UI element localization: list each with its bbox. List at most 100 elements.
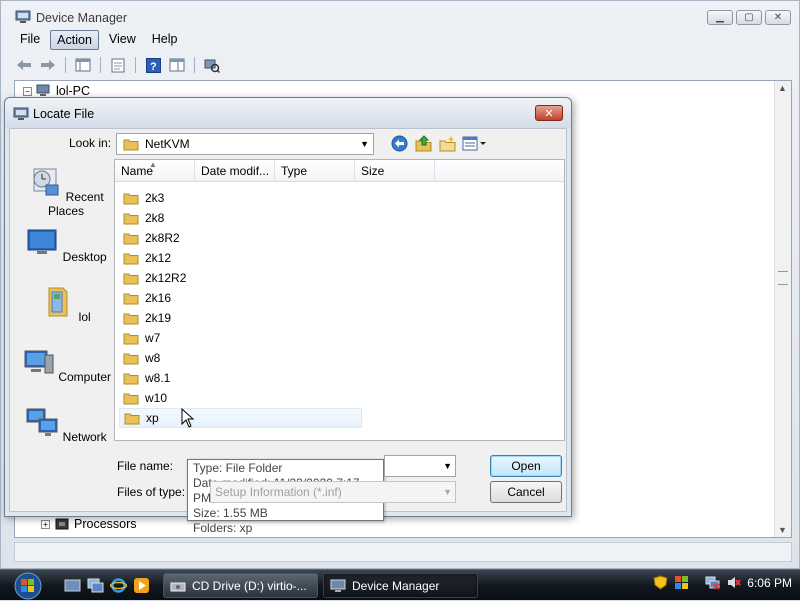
menu-action[interactable]: Action [50, 30, 99, 50]
back-arrow-icon [17, 60, 31, 70]
tooltip-type: Type: File Folder [193, 461, 283, 475]
desktop-icon [27, 229, 57, 254]
place-network[interactable]: Network [20, 405, 112, 444]
status-bar [14, 542, 792, 562]
chevron-down-icon[interactable]: ▼ [443, 461, 452, 471]
clock[interactable]: 6:06 PM [747, 576, 792, 590]
show-hide-tree-button[interactable] [73, 56, 93, 74]
switch-windows-icon[interactable] [87, 577, 104, 594]
device-manager-icon [15, 10, 31, 23]
file-name-input[interactable]: ▼ [384, 455, 456, 477]
folder-name: w8 [145, 351, 161, 365]
action-center-icon[interactable] [674, 575, 689, 590]
column-header-date-modified[interactable]: Date modif... [195, 160, 275, 182]
open-button[interactable]: Open [490, 455, 562, 477]
look-in-dropdown[interactable]: NetKVM ▼ [116, 133, 374, 155]
tooltip-folders: Folders: xp [193, 521, 253, 535]
folder-row[interactable]: 2k8 [119, 208, 362, 228]
view-menu-button[interactable] [462, 134, 488, 152]
folder-icon [123, 353, 139, 365]
svg-text:?: ? [150, 61, 157, 73]
folder-name: xp [146, 411, 159, 425]
look-in-label: Look in: [69, 136, 112, 150]
network-icon [26, 408, 58, 436]
menu-help[interactable]: Help [146, 30, 184, 50]
scroll-thumb[interactable] [778, 271, 788, 285]
security-shield-icon[interactable] [653, 575, 668, 590]
folder-row[interactable]: 2k12 [119, 248, 362, 268]
folder-name: 2k16 [145, 291, 172, 305]
folder-row[interactable]: xp [119, 408, 362, 428]
minimize-icon: ▁ [716, 12, 724, 23]
scroll-up-icon[interactable]: ▲ [778, 83, 787, 93]
start-button[interactable] [6, 570, 50, 601]
taskbar-cd-drive[interactable]: CD Drive (D:) virtio-... [163, 573, 318, 598]
computer-icon [24, 350, 54, 374]
folder-icon [123, 373, 139, 385]
view-button[interactable] [167, 56, 187, 74]
dialog-body: Look in: NetKVM ▼ Recent Places Desktop … [9, 128, 567, 535]
toolbar: ? [14, 54, 789, 76]
volume-muted-icon[interactable] [726, 575, 742, 590]
go-back-button[interactable] [390, 134, 408, 152]
dialog-titlebar[interactable]: Locate File ✕ [5, 98, 571, 128]
folder-row[interactable]: w8 [119, 348, 362, 368]
back-button[interactable] [14, 56, 34, 74]
new-folder-button[interactable] [438, 134, 456, 152]
maximize-button[interactable]: ▢ [736, 10, 762, 25]
help-button[interactable]: ? [143, 56, 163, 74]
column-header-size[interactable]: Size [355, 160, 435, 182]
tree-root-node[interactable]: − lol-PC [23, 84, 90, 98]
place-user-folder[interactable]: lol [20, 285, 112, 324]
cancel-button[interactable]: Cancel [490, 481, 562, 503]
folder-row[interactable]: 2k8R2 [119, 228, 362, 248]
folder-icon [124, 413, 140, 425]
task-label: CD Drive (D:) virtio-... [192, 578, 307, 593]
folder-row[interactable]: w8.1 [119, 368, 362, 388]
file-list[interactable]: ▲ Name Date modif... Type Size 2k3 2k8 2k8… [114, 159, 565, 441]
column-header-type[interactable]: Type [275, 160, 355, 182]
folder-name: 2k12R2 [145, 271, 187, 285]
show-desktop-icon[interactable] [64, 577, 81, 594]
place-desktop[interactable]: Desktop [20, 225, 112, 264]
device-manager-icon [13, 107, 29, 120]
new-folder-icon [439, 135, 455, 151]
folder-row[interactable]: 2k12R2 [119, 268, 362, 288]
tree-label: Processors [74, 517, 137, 531]
expand-icon[interactable]: + [41, 519, 50, 529]
folder-row[interactable]: 2k19 [119, 308, 362, 328]
media-player-icon[interactable] [133, 577, 150, 594]
taskbar-device-manager[interactable]: Device Manager [323, 573, 478, 598]
quick-launch [64, 577, 150, 594]
task-label: Device Manager [352, 578, 440, 593]
place-label: lol [78, 310, 91, 324]
chevron-down-icon[interactable]: ▼ [360, 139, 369, 149]
dialog-close-button[interactable]: ✕ [535, 105, 563, 121]
column-header-name[interactable]: ▲ Name [115, 160, 195, 182]
menu-view[interactable]: View [103, 30, 142, 50]
close-button[interactable]: ✕ [765, 10, 791, 25]
folder-row[interactable]: 2k3 [119, 188, 362, 208]
forward-button[interactable] [38, 56, 58, 74]
dialog-title: Locate File [33, 107, 95, 121]
properties-button[interactable] [108, 56, 128, 74]
folder-icon [123, 293, 139, 305]
folder-icon [123, 139, 139, 151]
scan-hardware-button[interactable] [202, 56, 222, 74]
vertical-scrollbar[interactable]: ▲ ▼ [774, 81, 791, 537]
folder-row[interactable]: 2k16 [119, 288, 362, 308]
network-status-icon[interactable] [705, 575, 721, 590]
scroll-down-icon[interactable]: ▼ [778, 525, 787, 535]
tree-node-processors[interactable]: + Processors [41, 517, 137, 531]
folder-row[interactable]: w10 [119, 388, 362, 408]
folder-row[interactable]: w7 [119, 328, 362, 348]
internet-explorer-icon[interactable] [110, 577, 127, 594]
up-one-level-button[interactable] [414, 134, 432, 152]
files-of-type-dropdown[interactable]: Setup Information (*.inf) ▼ [210, 481, 456, 503]
place-recent-places[interactable]: Recent Places [20, 165, 112, 218]
menu-file[interactable]: File [14, 30, 46, 50]
minimize-button[interactable]: ▁ [707, 10, 733, 25]
collapse-icon[interactable]: − [23, 86, 32, 96]
device-manager-titlebar[interactable]: Device Manager ▁ ▢ ✕ [1, 1, 799, 33]
place-computer[interactable]: Computer [20, 345, 112, 384]
